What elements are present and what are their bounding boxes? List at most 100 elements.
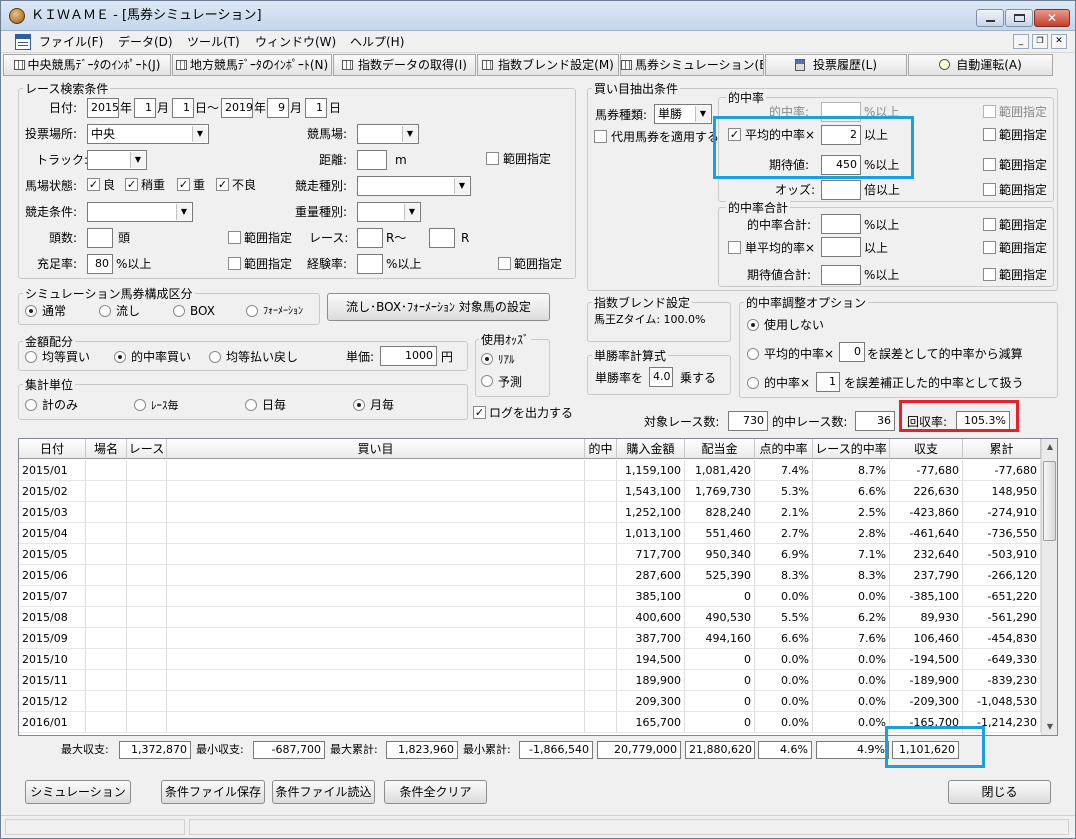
race-from-input[interactable]: [357, 228, 383, 248]
heads-input[interactable]: [87, 228, 113, 248]
distance-range-checkbox[interactable]: [486, 152, 499, 165]
comp-formation-radio[interactable]: [246, 305, 258, 317]
hit-rate-sum-input[interactable]: [821, 214, 861, 234]
scroll-thumb[interactable]: [1043, 461, 1056, 541]
table-row[interactable]: 2015/05 717,700 950,340 6.9% 7.1% 232,640 -503…: [19, 544, 1041, 565]
race-condition-select[interactable]: ▼: [87, 202, 193, 222]
alloc-equal-radio[interactable]: [25, 351, 37, 363]
load-conditions-button[interactable]: 条件ファイル読込: [272, 780, 375, 804]
table-row[interactable]: 2015/10 194,500 0 0.0% 0.0% -194,500 -649,330: [19, 649, 1041, 670]
table-row[interactable]: 2015/07 385,100 0 0.0% 0.0% -385,100 -651,220: [19, 586, 1041, 607]
fill-range-checkbox[interactable]: [228, 257, 241, 270]
output-log-checkbox[interactable]: ✓: [473, 406, 486, 419]
comp-box-radio[interactable]: [173, 305, 185, 317]
avg-hit-rate-range-checkbox[interactable]: [983, 128, 996, 141]
column-header-purchase[interactable]: 購入金額: [617, 439, 685, 459]
close-window-button[interactable]: ✕: [1034, 9, 1070, 27]
race-type-select[interactable]: ▼: [357, 176, 471, 196]
single-avg-range-checkbox[interactable]: [983, 241, 996, 254]
venue-select[interactable]: 中央 ▼: [87, 124, 209, 144]
hit-rate-sum-range-checkbox[interactable]: [983, 218, 996, 231]
comp-nagashi-radio[interactable]: [99, 305, 111, 317]
adjust-subtract-input[interactable]: 0: [839, 342, 865, 362]
toolbar-history-button[interactable]: 投票履歴(L): [765, 54, 907, 76]
menu-window[interactable]: ウィンドウ(W): [255, 34, 336, 50]
expected-value-range-checkbox[interactable]: [983, 158, 996, 171]
mdi-restore-button[interactable]: ❐: [1032, 34, 1048, 49]
save-conditions-button[interactable]: 条件ファイル保存: [161, 780, 265, 804]
cond-good-checkbox[interactable]: ✓: [87, 178, 100, 191]
single-avg-input[interactable]: [821, 237, 861, 257]
toolbar-get-index-button[interactable]: 指数データの取得(I): [333, 54, 476, 76]
end-day-input[interactable]: 1: [305, 98, 327, 118]
table-row[interactable]: 2015/04 1,013,100 551,460 2.7% 2.8% -461,640-…: [19, 523, 1041, 544]
table-row[interactable]: 2015/09 387,700 494,160 6.6% 7.6% 106,460 -454…: [19, 628, 1041, 649]
agg-month-radio[interactable]: [353, 399, 365, 411]
column-header-point-hit-rate[interactable]: 点的中率: [755, 439, 813, 459]
scroll-down-icon[interactable]: ▼: [1042, 719, 1058, 735]
scroll-up-icon[interactable]: ▲: [1042, 439, 1058, 455]
win-formula-input[interactable]: 4.0: [649, 367, 673, 387]
experience-range-checkbox[interactable]: [498, 257, 511, 270]
column-header-hit[interactable]: 的中: [585, 439, 617, 459]
hit-rate-range-checkbox[interactable]: [983, 105, 996, 118]
agg-race-radio[interactable]: [134, 399, 146, 411]
odds-forecast-radio[interactable]: [481, 375, 493, 387]
cond-bad-checkbox[interactable]: ✓: [216, 178, 229, 191]
toolbar-import-local-button[interactable]: 地方競馬ﾃﾞｰﾀのｲﾝﾎﾟｰﾄ(N): [172, 54, 332, 76]
clear-conditions-button[interactable]: 条件全クリア: [384, 780, 487, 804]
simulate-button[interactable]: シミュレーション: [25, 780, 131, 804]
column-header-profit[interactable]: 収支: [890, 439, 963, 459]
adjust-correct-input[interactable]: 1: [816, 372, 840, 392]
cond-heavy-checkbox[interactable]: ✓: [177, 178, 190, 191]
composition-settings-button[interactable]: 流し･BOX･ﾌｫｰﾒｰｼｮﾝ 対象馬の設定: [327, 293, 550, 321]
weight-type-select[interactable]: ▼: [357, 202, 421, 222]
odds-real-radio[interactable]: [481, 353, 493, 365]
agg-total-radio[interactable]: [25, 399, 37, 411]
column-header-payout[interactable]: 配当金: [685, 439, 755, 459]
race-to-input[interactable]: [429, 228, 455, 248]
mdi-close-button[interactable]: ✕: [1051, 34, 1067, 49]
alloc-hitrate-radio[interactable]: [114, 351, 126, 363]
close-button[interactable]: 閉じる: [948, 780, 1051, 804]
column-header-cumulative[interactable]: 累計: [963, 439, 1041, 459]
column-header-date[interactable]: 日付: [19, 439, 86, 459]
ev-sum-range-checkbox[interactable]: [983, 268, 996, 281]
experience-input[interactable]: [357, 254, 383, 274]
comp-normal-radio[interactable]: [25, 305, 37, 317]
menu-tools[interactable]: ツール(T): [187, 34, 240, 50]
column-header-bet[interactable]: 買い目: [167, 439, 585, 459]
adjust-correct-radio[interactable]: [747, 377, 759, 389]
minimize-button[interactable]: [976, 9, 1004, 27]
odds-range-checkbox[interactable]: [983, 183, 996, 196]
unit-price-input[interactable]: 1000: [380, 346, 437, 366]
adjust-subtract-radio[interactable]: [747, 348, 759, 360]
toolbar-simulation-button[interactable]: 馬券シミュレーション(B): [620, 54, 764, 76]
cond-slightly-heavy-checkbox[interactable]: ✓: [125, 178, 138, 191]
track-select[interactable]: ▼: [87, 150, 147, 170]
maximize-button[interactable]: [1005, 9, 1033, 27]
alloc-equal-payout-radio[interactable]: [209, 351, 221, 363]
menu-data[interactable]: データ(D): [118, 34, 173, 50]
column-header-race-hit-rate[interactable]: レース的中率: [813, 439, 890, 459]
substitute-bet-checkbox[interactable]: [594, 130, 607, 143]
start-day-input[interactable]: 1: [172, 98, 194, 118]
table-row[interactable]: 2015/11 189,900 0 0.0% 0.0% -189,900 -839,230: [19, 670, 1041, 691]
menu-help[interactable]: ヘルプ(H): [350, 34, 404, 50]
table-row[interactable]: 2015/06 287,600 525,390 8.3% 8.3% 237,790 -266…: [19, 565, 1041, 586]
agg-day-radio[interactable]: [245, 399, 257, 411]
table-row[interactable]: 2015/08 400,600 490,530 5.5% 6.2% 89,930 -561,…: [19, 607, 1041, 628]
distance-input[interactable]: [357, 150, 387, 170]
single-avg-checkbox[interactable]: [728, 241, 741, 254]
column-header-race[interactable]: レース: [127, 439, 167, 459]
fill-rate-input[interactable]: 80: [87, 254, 113, 274]
end-year-input[interactable]: 2019: [221, 98, 253, 118]
toolbar-import-central-button[interactable]: 中央競馬ﾃﾞｰﾀのｲﾝﾎﾟｰﾄ(J): [3, 54, 171, 76]
table-row[interactable]: 2015/03 1,252,100 828,240 2.1% 2.5% -423,860-…: [19, 502, 1041, 523]
column-header-venue[interactable]: 場名: [86, 439, 127, 459]
end-month-input[interactable]: 9: [267, 98, 289, 118]
vertical-scrollbar[interactable]: ▲ ▼: [1041, 439, 1057, 735]
mdi-minimize-button[interactable]: _: [1013, 34, 1029, 49]
course-select[interactable]: ▼: [357, 124, 419, 144]
toolbar-auto-run-button[interactable]: 自動運転(A): [908, 54, 1053, 76]
